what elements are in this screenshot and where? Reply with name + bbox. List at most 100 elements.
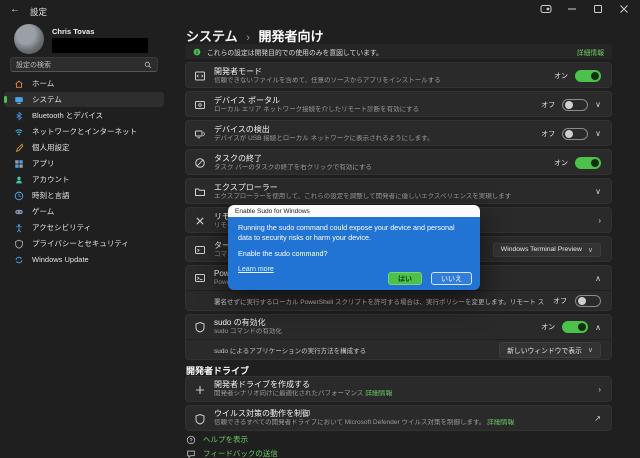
chevron-up-icon[interactable]: ∧ bbox=[595, 323, 601, 332]
widget-icon[interactable] bbox=[540, 4, 552, 14]
feedback-icon bbox=[186, 449, 196, 458]
banner-text: これらの設定は開発目的での使用のみを意図しています。 bbox=[207, 47, 571, 57]
plus-icon bbox=[194, 384, 206, 396]
sidebar-item-gaming[interactable]: ゲーム bbox=[4, 204, 164, 219]
remote-tools-icon bbox=[194, 215, 206, 227]
gaming-icon bbox=[14, 207, 24, 217]
search-placeholder: 設定の検索 bbox=[16, 60, 51, 70]
chevron-up-icon[interactable]: ∧ bbox=[595, 274, 601, 283]
device-discovery-toggle[interactable] bbox=[562, 128, 588, 140]
sidebar-item-bluetooth[interactable]: Bluetooth とデバイス bbox=[4, 108, 164, 123]
sudo-run-mode-subrow[interactable]: sudo によるアプリケーションの実行方法を構成する 新しいウィンドウで表示 ∨ bbox=[186, 340, 611, 359]
dialog-warning-text: Running the sudo command could expose yo… bbox=[238, 223, 463, 243]
banner-learn-more-link[interactable]: 詳細情報 bbox=[577, 47, 604, 57]
dialog-title: Enable Sudo for Windows bbox=[235, 208, 310, 215]
sidebar-item-home[interactable]: ホーム bbox=[4, 76, 164, 91]
defender-shield-icon bbox=[194, 413, 206, 425]
page-title: 開発者向け bbox=[259, 29, 324, 44]
terminal-app-dropdown[interactable]: Windows Terminal Preview ∨ bbox=[493, 243, 601, 257]
personalization-icon bbox=[14, 143, 24, 153]
dialog-titlebar[interactable]: Enable Sudo for Windows bbox=[228, 205, 480, 217]
sidebar-nav: ホーム システム Bluetooth とデバイス ネットワークとインターネット … bbox=[4, 76, 164, 268]
network-icon bbox=[14, 127, 24, 137]
developer-mode-toggle[interactable] bbox=[575, 70, 601, 82]
dialog-learn-more-link[interactable]: Learn more bbox=[238, 266, 274, 273]
chevron-right-icon[interactable]: › bbox=[598, 385, 601, 394]
end-task-icon bbox=[194, 157, 206, 169]
external-link-icon[interactable]: ↗ bbox=[594, 414, 601, 423]
sidebar-item-network[interactable]: ネットワークとインターネット bbox=[4, 124, 164, 139]
row-device-discovery[interactable]: デバイスの検出 デバイスが USB 接続とローカル ネットワークに表示されるよう… bbox=[185, 120, 612, 146]
powershell-execution-policy-subrow[interactable]: 署名せずに実行するローカル PowerShell スクリプトを許可する場合は、実… bbox=[186, 291, 611, 310]
breadcrumb: システム › 開発者向け bbox=[186, 26, 324, 45]
row-developer-mode[interactable]: 開発者モード 信頼できないファイルを含めて、任意のソースからアプリをインストール… bbox=[185, 62, 612, 88]
chevron-down-icon: ∨ bbox=[588, 246, 593, 254]
breadcrumb-system[interactable]: システム bbox=[186, 29, 238, 44]
window-controls bbox=[540, 0, 640, 18]
chevron-down-icon[interactable]: ∨ bbox=[595, 100, 601, 109]
row-device-portal[interactable]: デバイス ポータル ローカル エリア ネットワーク接続を介したリモート診断を有効… bbox=[185, 91, 612, 117]
device-discovery-icon bbox=[194, 128, 206, 140]
info-banner: これらの設定は開発目的での使用のみを意図しています。 詳細情報 bbox=[185, 44, 612, 59]
home-icon bbox=[14, 79, 24, 89]
sidebar-item-system[interactable]: システム bbox=[4, 92, 164, 107]
sudo-run-mode-dropdown[interactable]: 新しいウィンドウで表示 ∨ bbox=[499, 342, 601, 358]
chevron-down-icon: ∨ bbox=[588, 346, 593, 354]
close-icon[interactable] bbox=[618, 4, 630, 14]
privacy-icon bbox=[14, 239, 24, 249]
get-help-link[interactable]: ヘルプを表示 bbox=[186, 434, 248, 445]
yes-button[interactable]: はい bbox=[388, 272, 422, 285]
get-help-icon bbox=[186, 435, 196, 445]
sidebar-item-apps[interactable]: アプリ bbox=[4, 156, 164, 171]
sidebar-item-privacy[interactable]: プライバシーとセキュリティ bbox=[4, 236, 164, 251]
settings-window: ← 設定 Chris Tovas 設定の検索 ホーム システム Bluetoot… bbox=[0, 0, 640, 458]
row-end-task[interactable]: タスクの終了 タスク バーのタスクの終了を右クリックで有効にする オン bbox=[185, 149, 612, 175]
redacted-email bbox=[52, 38, 148, 53]
sidebar-item-personalization[interactable]: 個人用設定 bbox=[4, 140, 164, 155]
accessibility-icon bbox=[14, 223, 24, 233]
row-antivirus-control[interactable]: ウイルス対策の動作を制御 信頼できるすべての開発者ドライブにおいて Micros… bbox=[185, 405, 612, 431]
minimize-icon[interactable] bbox=[566, 4, 578, 14]
apps-icon bbox=[14, 159, 24, 169]
powershell-icon bbox=[194, 272, 206, 284]
dev-drive-learn-more-link[interactable]: 詳細情報 bbox=[365, 390, 392, 397]
sidebar-item-accounts[interactable]: アカウント bbox=[4, 172, 164, 187]
back-icon[interactable]: ← bbox=[10, 4, 20, 15]
row-enable-sudo[interactable]: sudo の有効化 sudo コマンドの有効化 オン ∧ sudo によるアプリ… bbox=[185, 314, 612, 360]
chevron-down-icon[interactable]: ∨ bbox=[595, 129, 601, 138]
row-create-dev-drive[interactable]: 開発者ドライブを作成する 開発者シナリオ向けに最適化されたパフォーマンス 詳細情… bbox=[185, 376, 612, 402]
powershell-policy-toggle[interactable] bbox=[575, 295, 601, 307]
breadcrumb-separator: › bbox=[241, 32, 255, 44]
chevron-right-icon[interactable]: › bbox=[598, 216, 601, 225]
no-button[interactable]: いいえ bbox=[431, 272, 472, 285]
maximize-icon[interactable] bbox=[592, 4, 604, 14]
sudo-shield-icon bbox=[194, 321, 206, 333]
sidebar-item-windows-update[interactable]: Windows Update bbox=[4, 252, 164, 267]
explorer-folder-icon bbox=[194, 186, 206, 198]
sidebar-item-time-language[interactable]: 時刻と言語 bbox=[4, 188, 164, 203]
antivirus-learn-more-link[interactable]: 詳細情報 bbox=[487, 419, 514, 426]
device-portal-toggle[interactable] bbox=[562, 99, 588, 111]
device-portal-icon bbox=[194, 99, 206, 111]
dialog-question: Enable the sudo command? bbox=[238, 249, 470, 258]
windows-update-icon bbox=[14, 255, 24, 265]
terminal-icon bbox=[194, 244, 206, 256]
chevron-down-icon[interactable]: ∨ bbox=[595, 187, 601, 196]
app-title: 設定 bbox=[30, 6, 47, 18]
accounts-icon bbox=[14, 175, 24, 185]
time-language-icon bbox=[14, 191, 24, 201]
sudo-toggle[interactable] bbox=[562, 321, 588, 333]
info-icon bbox=[193, 48, 201, 56]
dialog-body: Running the sudo command could expose yo… bbox=[228, 217, 480, 290]
developer-mode-icon bbox=[194, 70, 206, 82]
system-icon bbox=[14, 95, 24, 105]
row-file-explorer[interactable]: エクスプローラー エクスプローラーを使用して、これらの設定を調整して開発者に優し… bbox=[185, 178, 612, 204]
avatar[interactable] bbox=[14, 24, 44, 54]
search-icon bbox=[144, 61, 152, 69]
bluetooth-icon bbox=[14, 111, 24, 121]
sidebar-item-accessibility[interactable]: アクセシビリティ bbox=[4, 220, 164, 235]
send-feedback-link[interactable]: フィードバックの送信 bbox=[186, 448, 278, 458]
enable-sudo-dialog: Enable Sudo for Windows Running the sudo… bbox=[228, 205, 480, 290]
search-input[interactable]: 設定の検索 bbox=[10, 57, 158, 72]
end-task-toggle[interactable] bbox=[575, 157, 601, 169]
